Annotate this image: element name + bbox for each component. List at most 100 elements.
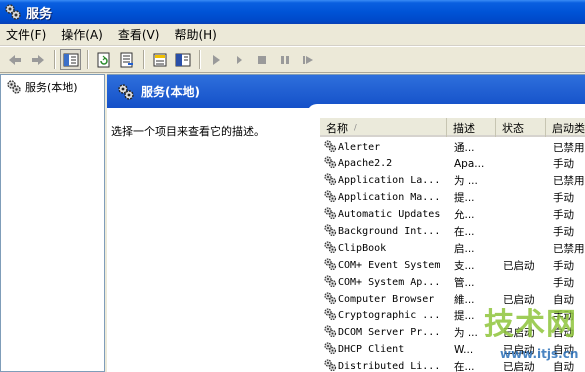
service-row[interactable]: ClipBook 启... 已禁用 [320,240,585,257]
service-gear-icon [323,207,337,223]
properties-icon [153,53,166,66]
title-bar[interactable]: 服务 [0,0,585,24]
column-header-status[interactable]: 状态 [496,118,546,137]
service-row[interactable]: Automatic Updates 允... 手动 [320,207,585,224]
help-book-icon [175,53,190,66]
export-list-button[interactable] [116,49,137,70]
service-name: COM+ System Ap... [338,276,441,288]
service-name: Application Ma... [338,192,441,204]
menu-file[interactable]: 文件(F) [6,26,46,43]
toolbar-separator [54,50,56,69]
watermark-logo: 技术网 www.itjs.cn [460,295,585,372]
sort-indicator-icon: / [354,123,357,132]
service-name-cell: Cryptographic ... [323,308,447,324]
column-status-label: 状态 [502,121,524,135]
column-header-description[interactable]: 描述 [447,118,496,137]
service-startup-type: 手动 [553,209,574,222]
restart-icon [302,55,313,64]
service-name-cell: Distributed Li... [323,359,447,372]
service-description: 管... [454,276,475,289]
service-description: 通... [454,141,475,154]
service-name: DHCP Client [338,344,405,356]
service-row[interactable]: Alerter 通... 已禁用 [320,139,585,156]
service-row[interactable]: Application Ma... 提... 手动 [320,190,585,207]
service-name: Automatic Updates [338,209,441,221]
forward-button[interactable] [27,49,48,70]
start-paused-button[interactable] [228,49,249,70]
service-name-cell: ClipBook [323,240,447,256]
service-status [503,274,548,290]
toolbar [0,46,585,73]
service-gear-icon [323,240,337,256]
help-button[interactable] [172,49,193,70]
service-startup-type: 已禁用 [553,175,585,188]
column-startup-label: 启动类 [552,121,585,135]
refresh-button[interactable] [93,49,114,70]
services-gear-icon [5,4,21,20]
service-row[interactable]: Background Int... 在... 手动 [320,223,585,240]
service-name-cell: COM+ Event System [323,257,447,273]
services-gear-icon [118,83,134,100]
service-status [503,156,548,172]
service-gear-icon [323,274,337,290]
pane-header-title: 服务(本地) [141,85,200,99]
menu-help[interactable]: 帮助(H) [174,26,216,43]
service-name-cell: Apache2.2 [323,156,447,172]
service-status [503,207,548,223]
service-name: Background Int... [338,225,441,237]
tree-item-services-local[interactable]: 服务(本地) [6,79,78,95]
pause-icon [280,55,289,64]
service-gear-icon [323,173,337,189]
service-name-cell: Application La... [323,173,447,189]
watermark-title: 技术网 [484,307,577,342]
service-name-cell: Automatic Updates [323,207,447,223]
service-row[interactable]: Apache2.2 Apa... 手动 [320,156,585,173]
stop-icon [257,55,266,64]
show-hide-tree-button[interactable] [60,49,81,70]
column-header-startup-type[interactable]: 启动类 [546,118,585,137]
refresh-icon [97,52,109,67]
watermark-url: www.itjs.cn [500,347,579,361]
column-header-name[interactable]: 名称 / [320,118,447,137]
window-title: 服务 [26,6,53,22]
restart-service-button[interactable] [297,49,318,70]
service-status [503,240,548,256]
service-description: 启... [454,242,475,255]
service-startup-type: 手动 [553,259,574,272]
start-service-button[interactable] [205,49,226,70]
toolbar-separator [87,50,89,69]
service-name: Computer Browser [338,293,435,305]
service-name: Alerter [338,141,381,153]
service-description: Apa... [454,157,485,170]
service-row[interactable]: Application La... 为 ... 已禁用 [320,173,585,190]
service-name: ClipBook [338,242,387,254]
service-name: Cryptographic ... [338,310,441,322]
service-name: Apache2.2 [338,158,393,170]
service-gear-icon [323,325,337,341]
stop-service-button[interactable] [251,49,272,70]
toolbar-separator [143,50,145,69]
service-status: 已启动 [503,259,535,272]
service-row[interactable]: COM+ System Ap... 管... 手动 [320,274,585,291]
menu-action[interactable]: 操作(A) [61,26,103,43]
tree-item-label: 服务(本地) [25,81,78,94]
service-gear-icon [323,139,337,155]
menu-bar: 文件(F) 操作(A) 查看(V) 帮助(H) [0,24,585,46]
menu-view[interactable]: 查看(V) [118,26,160,43]
service-name-cell: Computer Browser [323,291,447,307]
service-name-cell: Application Ma... [323,190,447,206]
service-name: Application La... [338,175,441,187]
back-button[interactable] [4,49,25,70]
service-row[interactable]: COM+ Event System 支... 已启动 手动 [320,257,585,274]
service-startup-type: 手动 [553,158,574,171]
pause-service-button[interactable] [274,49,295,70]
service-gear-icon [323,342,337,358]
list-header: 名称 / 描述 状态 启动类 [320,118,585,137]
properties-button[interactable] [149,49,170,70]
service-startup-type: 手动 [553,276,574,289]
service-startup-type: 已禁用 [553,141,585,154]
service-gear-icon [323,359,337,372]
console-tree-icon [63,53,78,66]
service-description: 允... [454,209,475,222]
service-name: COM+ Event System [338,259,441,271]
